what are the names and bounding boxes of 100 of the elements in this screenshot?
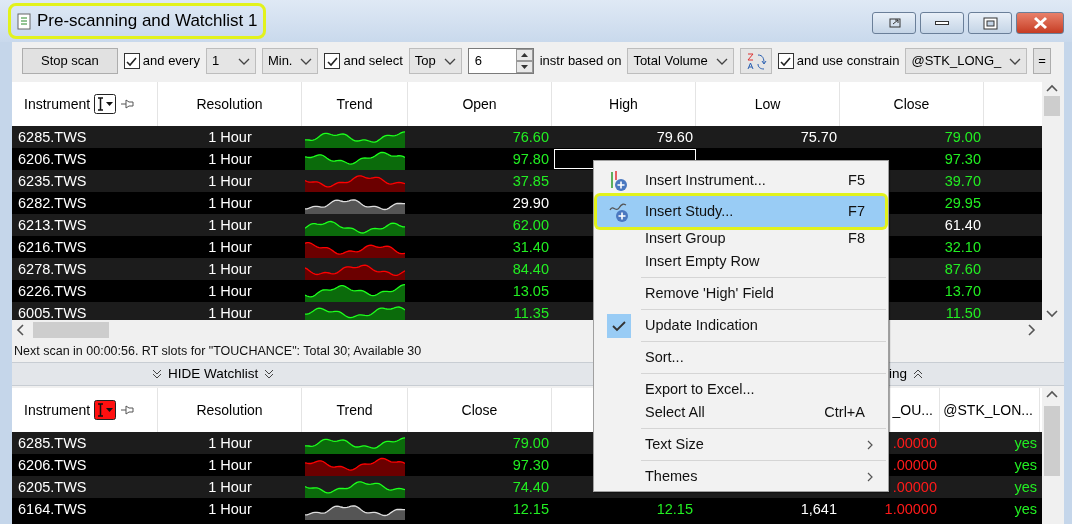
menu-item[interactable]: Select All Ctrl+A bbox=[597, 401, 885, 424]
value-cell-text: 11.35 bbox=[513, 304, 549, 320]
column-filter-icon[interactable] bbox=[94, 94, 117, 114]
value-cell-text: 31.40 bbox=[512, 238, 549, 257]
resolution-cell-text: 1 Hour bbox=[207, 478, 253, 497]
instrument-cell-text: 6164.TWS bbox=[17, 500, 88, 519]
scroll-down-icon[interactable] bbox=[1046, 310, 1058, 318]
menu-item[interactable]: Insert Empty Row bbox=[597, 250, 885, 273]
value-cell-text: 87.60 bbox=[944, 260, 981, 279]
toolbar-button[interactable]: Stop scan bbox=[22, 48, 118, 74]
scrollbar-thumb[interactable] bbox=[1044, 406, 1060, 476]
chevron-up-icon bbox=[913, 369, 923, 379]
scroll-right-icon[interactable] bbox=[1028, 324, 1036, 336]
menu-item[interactable]: Insert Group F8 bbox=[597, 227, 885, 250]
number-spinner[interactable]: 6 bbox=[467, 48, 534, 74]
resolution-cell-text: 1 Hour bbox=[207, 500, 253, 519]
menu-item[interactable]: Insert Instrument... F5 bbox=[597, 165, 885, 196]
value-cell-text: 11.50 bbox=[945, 304, 981, 320]
value-cell-text: yes bbox=[1014, 500, 1037, 519]
caret-icon bbox=[1009, 57, 1022, 65]
dropdown[interactable]: @STK_LONG_ bbox=[905, 48, 1028, 74]
value-cell-text: 12.15 bbox=[656, 500, 693, 519]
column-header[interactable]: @STK_LON... bbox=[943, 399, 1033, 421]
column-header[interactable]: High bbox=[609, 93, 638, 115]
caret-icon bbox=[443, 57, 456, 65]
value-cell-text: 79.00 bbox=[512, 434, 549, 453]
value-cell-text: .00000 bbox=[892, 434, 937, 453]
dropdown[interactable]: Top bbox=[408, 48, 462, 74]
resolution-cell-text: 1 Hour bbox=[207, 304, 253, 320]
checkbox[interactable] bbox=[777, 53, 794, 69]
minimize-button[interactable] bbox=[920, 12, 964, 34]
menu-item[interactable]: Text Size bbox=[597, 433, 885, 456]
checkbox-label: and use constrain bbox=[796, 52, 900, 71]
instrument-cell-text: 6216.TWS bbox=[17, 238, 88, 257]
menu-item[interactable]: Update Indication bbox=[597, 314, 885, 337]
column-header[interactable]: Trend bbox=[336, 399, 373, 421]
value-cell-text: 76.60 bbox=[512, 128, 549, 147]
dropdown[interactable]: 1 bbox=[205, 48, 256, 74]
add-instrument-icon bbox=[609, 169, 629, 192]
column-header[interactable]: Instrument bbox=[24, 399, 91, 421]
column-header[interactable]: Close bbox=[893, 93, 930, 115]
caret-icon bbox=[237, 57, 250, 65]
instrument-cell-text: 6278.TWS bbox=[17, 260, 88, 279]
minimize-icon bbox=[935, 21, 949, 25]
value-cell-text: 1,641 bbox=[800, 500, 837, 519]
value-cell-text: .00000 bbox=[892, 478, 937, 497]
menu-item[interactable]: Themes bbox=[597, 465, 885, 488]
scroll-up-icon[interactable] bbox=[1046, 84, 1058, 92]
value-cell-text: 37.85 bbox=[512, 172, 549, 191]
dropdown[interactable]: Min. bbox=[261, 48, 319, 74]
detach-window-button[interactable] bbox=[872, 12, 916, 34]
close-button[interactable] bbox=[1016, 12, 1064, 34]
value-cell-text: 61.40 bbox=[944, 216, 981, 235]
sort-icon bbox=[744, 51, 767, 71]
chevron-down-icon bbox=[264, 369, 275, 379]
scrollbar-thumb[interactable] bbox=[33, 322, 109, 338]
column-header[interactable]: Trend bbox=[336, 93, 373, 115]
value-cell-text: .00000 bbox=[892, 456, 937, 475]
maximize-button[interactable] bbox=[968, 12, 1012, 34]
scroll-up-icon[interactable] bbox=[1046, 390, 1058, 398]
column-header[interactable]: Instrument bbox=[24, 93, 91, 115]
resolution-cell-text: 1 Hour bbox=[207, 128, 253, 147]
column-header[interactable]: Open bbox=[462, 93, 497, 115]
scrollbar-thumb[interactable] bbox=[1044, 96, 1060, 116]
resolution-cell-text: 1 Hour bbox=[207, 260, 253, 279]
toolbar-button[interactable]: = bbox=[1033, 48, 1051, 74]
dropdown[interactable]: Total Volume bbox=[627, 48, 734, 74]
value-cell-text: 13.70 bbox=[944, 282, 981, 301]
caret-icon bbox=[300, 57, 313, 65]
value-cell-text: 13.05 bbox=[512, 282, 549, 301]
shortcut-text: Ctrl+A bbox=[824, 402, 865, 422]
resolution-cell-text: 1 Hour bbox=[207, 282, 253, 301]
value-cell-text: 97.30 bbox=[944, 150, 981, 169]
menu-item[interactable]: Remove 'High' Field bbox=[597, 282, 885, 305]
sort-button[interactable] bbox=[739, 48, 772, 74]
column-filter-icon[interactable] bbox=[94, 400, 117, 420]
resolution-cell-text: 1 Hour bbox=[207, 172, 253, 191]
value-cell-text: 39.70 bbox=[944, 172, 981, 191]
column-header[interactable]: Close bbox=[461, 399, 498, 421]
column-header[interactable]: Resolution bbox=[196, 399, 263, 421]
scroll-left-icon[interactable] bbox=[16, 324, 24, 336]
resolution-cell-text: 1 Hour bbox=[207, 194, 253, 213]
status-text: Next scan in 00:00:56. RT slots for "TOUCHANCE": Total 30; Available 30 bbox=[14, 342, 422, 360]
spinner-arrows-icon[interactable] bbox=[515, 49, 533, 73]
pin-icon[interactable] bbox=[120, 404, 135, 416]
splitter-label: ing bbox=[889, 364, 907, 383]
pin-icon[interactable] bbox=[120, 98, 135, 110]
resolution-cell-text: 1 Hour bbox=[207, 456, 253, 475]
instrument-cell-text: 6213.TWS bbox=[17, 216, 88, 235]
instrument-cell-text: 6285.TWS bbox=[17, 128, 88, 147]
value-cell-text: 12.15 bbox=[512, 500, 549, 519]
menu-item[interactable]: Insert Study... F7 bbox=[597, 196, 885, 227]
column-header[interactable]: _OU... bbox=[892, 399, 933, 421]
column-header[interactable]: Low bbox=[754, 93, 781, 115]
checkbox[interactable] bbox=[324, 53, 341, 69]
column-header[interactable]: Resolution bbox=[196, 93, 263, 115]
value-cell-text: 79.00 bbox=[944, 128, 981, 147]
document-icon bbox=[17, 12, 31, 30]
value-cell-text: 79.60 bbox=[656, 128, 693, 147]
checkbox[interactable] bbox=[123, 53, 140, 69]
